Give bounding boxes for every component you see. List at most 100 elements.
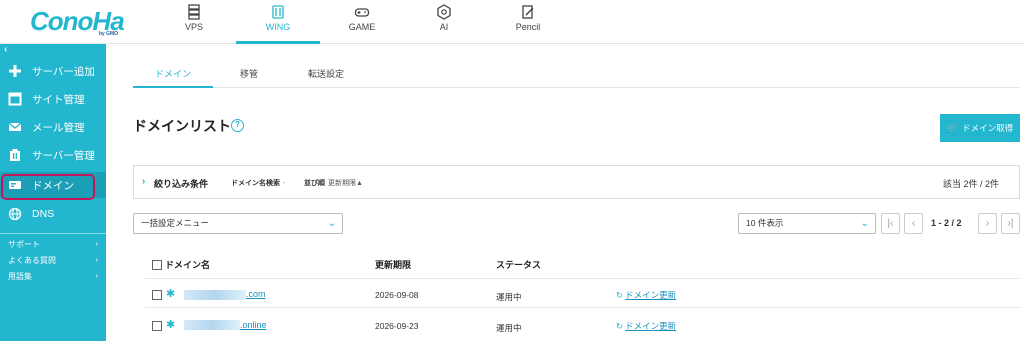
sidebar: ‹ サーバー追加 サイト管理 メール管理 サーバー管理 ドメイン DNS サポー… bbox=[0, 44, 106, 341]
filter-search-label: ドメイン名検索 bbox=[231, 180, 280, 187]
tab-ai[interactable]: AI bbox=[420, 0, 468, 44]
window-icon bbox=[8, 92, 22, 106]
get-domain-label: ドメイン取得 bbox=[962, 123, 1014, 133]
sidebar-divider bbox=[0, 233, 106, 234]
column-header-expiry: 更新期限 bbox=[375, 260, 412, 270]
tab-pencil[interactable]: Pencil bbox=[504, 0, 552, 44]
conoha-logo[interactable]: ConoHa by GMO bbox=[30, 7, 125, 37]
wing-icon bbox=[272, 5, 284, 19]
redacted-domain-name bbox=[184, 320, 240, 330]
expand-filter-icon[interactable]: › bbox=[142, 176, 145, 187]
table-divider bbox=[145, 278, 1020, 279]
tab-vps[interactable]: VPS bbox=[170, 0, 218, 44]
bulk-settings-select[interactable]: 一括設定メニュー ⌄ bbox=[133, 213, 343, 234]
tab-label: VPS bbox=[184, 22, 203, 32]
sidebar-link-glossary[interactable]: 用語集 › bbox=[8, 271, 98, 282]
filter-panel: › 絞り込み条件 ドメイン名検索 - 並び順 更新期限▲ 該当 2件 / 2件 bbox=[133, 165, 1020, 199]
gear-icon[interactable]: ✱ bbox=[166, 318, 175, 331]
last-page-button[interactable]: ›| bbox=[1001, 213, 1020, 234]
tab-label: WING bbox=[265, 22, 291, 32]
sidebar-item-mail-management[interactable]: メール管理 bbox=[0, 114, 106, 140]
filter-domain-search: ドメイン名検索 - bbox=[231, 178, 285, 188]
sidebar-item-dns[interactable]: DNS bbox=[0, 201, 106, 227]
column-header-status: ステータス bbox=[496, 260, 542, 270]
expiry-date: 2026-09-23 bbox=[375, 321, 419, 331]
chevron-right-icon: › bbox=[95, 239, 98, 248]
renew-domain-link[interactable]: ↻ ドメイン更新 bbox=[616, 320, 676, 332]
redacted-domain-name bbox=[184, 290, 246, 300]
filter-title[interactable]: 絞り込み条件 bbox=[154, 177, 208, 190]
refresh-icon: ↻ bbox=[616, 321, 624, 331]
tab-wing[interactable]: WING bbox=[236, 0, 320, 44]
subtab-forwarding[interactable]: 転送設定 bbox=[308, 67, 344, 80]
filter-sort: 並び順 更新期限▲ bbox=[304, 178, 363, 188]
sidebar-link-label: よくある質問 bbox=[8, 256, 56, 265]
chevron-down-icon: ⌄ bbox=[327, 218, 336, 229]
table-row-divider bbox=[145, 307, 1020, 308]
subtab-divider bbox=[133, 87, 1020, 88]
select-all-checkbox[interactable] bbox=[152, 260, 162, 270]
bulk-settings-value: 一括設定メニュー bbox=[141, 218, 210, 228]
row-checkbox[interactable] bbox=[152, 321, 162, 331]
domain-link[interactable]: .com bbox=[246, 289, 266, 299]
sidebar-item-server-management[interactable]: サーバー管理 bbox=[0, 142, 106, 168]
sidebar-collapse-button[interactable]: ‹ bbox=[4, 44, 7, 55]
chevron-right-icon: › bbox=[95, 255, 98, 264]
refresh-icon: ↻ bbox=[616, 290, 624, 300]
tab-game[interactable]: GAME bbox=[338, 0, 386, 44]
renew-label: ドメイン更新 bbox=[625, 321, 677, 331]
status-text: 運用中 bbox=[496, 323, 522, 333]
ai-icon bbox=[437, 4, 451, 20]
column-header-domain: ドメイン名 bbox=[165, 260, 211, 270]
sidebar-link-faq[interactable]: よくある質問 › bbox=[8, 255, 98, 266]
next-page-button[interactable]: › bbox=[978, 213, 997, 234]
pencil-icon bbox=[522, 5, 534, 19]
filter-sort-value: 更新期限▲ bbox=[328, 180, 363, 187]
row-checkbox[interactable] bbox=[152, 290, 162, 300]
sidebar-item-label: サイト管理 bbox=[32, 93, 85, 106]
top-header: ConoHa by GMO VPS WING GAME AI Pencil bbox=[0, 0, 1024, 44]
renew-domain-link[interactable]: ↻ ドメイン更新 bbox=[616, 289, 676, 301]
prev-page-button[interactable]: ‹ bbox=[904, 213, 923, 234]
plus-icon bbox=[9, 65, 21, 77]
sidebar-item-add-server[interactable]: サーバー追加 bbox=[0, 58, 106, 84]
sidebar-item-label: サーバー追加 bbox=[32, 65, 95, 78]
page-title: ドメインリスト bbox=[133, 118, 231, 134]
help-icon[interactable]: ? bbox=[231, 119, 244, 132]
tab-label: AI bbox=[439, 22, 449, 32]
logo-sub: by GMO bbox=[98, 31, 118, 37]
result-count: 該当 2件 / 2件 bbox=[942, 179, 999, 189]
mail-icon bbox=[8, 122, 22, 131]
get-domain-button[interactable]: 🛒 ドメイン取得 bbox=[940, 114, 1020, 142]
filter-search-value: - bbox=[283, 180, 286, 187]
first-page-button[interactable]: |‹ bbox=[881, 213, 900, 234]
sidebar-link-label: サポート bbox=[8, 240, 40, 249]
expiry-date: 2026-09-08 bbox=[375, 290, 419, 300]
chevron-down-icon: ⌄ bbox=[860, 218, 869, 229]
subtab-transfer[interactable]: 移管 bbox=[240, 67, 258, 80]
per-page-value: 10 件表示 bbox=[746, 218, 784, 228]
sidebar-item-label: メール管理 bbox=[32, 121, 85, 134]
per-page-select[interactable]: 10 件表示 ⌄ bbox=[738, 213, 876, 234]
sidebar-item-label: サーバー管理 bbox=[32, 149, 95, 162]
cart-icon: 🛒 bbox=[946, 122, 959, 133]
status-text: 運用中 bbox=[496, 292, 522, 302]
subtab-domain[interactable]: ドメイン bbox=[155, 67, 191, 80]
sidebar-item-label: DNS bbox=[32, 208, 55, 220]
domain-highlight-box bbox=[1, 174, 95, 200]
domain-link[interactable]: .online bbox=[240, 320, 267, 330]
tab-label: GAME bbox=[348, 22, 376, 32]
globe-icon bbox=[8, 207, 22, 221]
sidebar-item-site-management[interactable]: サイト管理 bbox=[0, 86, 106, 112]
sidebar-link-support[interactable]: サポート › bbox=[8, 239, 98, 250]
tab-label: Pencil bbox=[515, 22, 541, 32]
gear-icon[interactable]: ✱ bbox=[166, 287, 175, 300]
renew-label: ドメイン更新 bbox=[625, 290, 677, 300]
server-manage-icon bbox=[10, 149, 20, 161]
gamepad-icon bbox=[354, 8, 370, 17]
pagination-info: 1 - 2 / 2 bbox=[931, 218, 962, 228]
server-icon bbox=[188, 4, 200, 20]
filter-sort-label: 並び順 bbox=[304, 180, 325, 187]
chevron-right-icon: › bbox=[95, 271, 98, 280]
active-tab-indicator bbox=[236, 41, 320, 44]
